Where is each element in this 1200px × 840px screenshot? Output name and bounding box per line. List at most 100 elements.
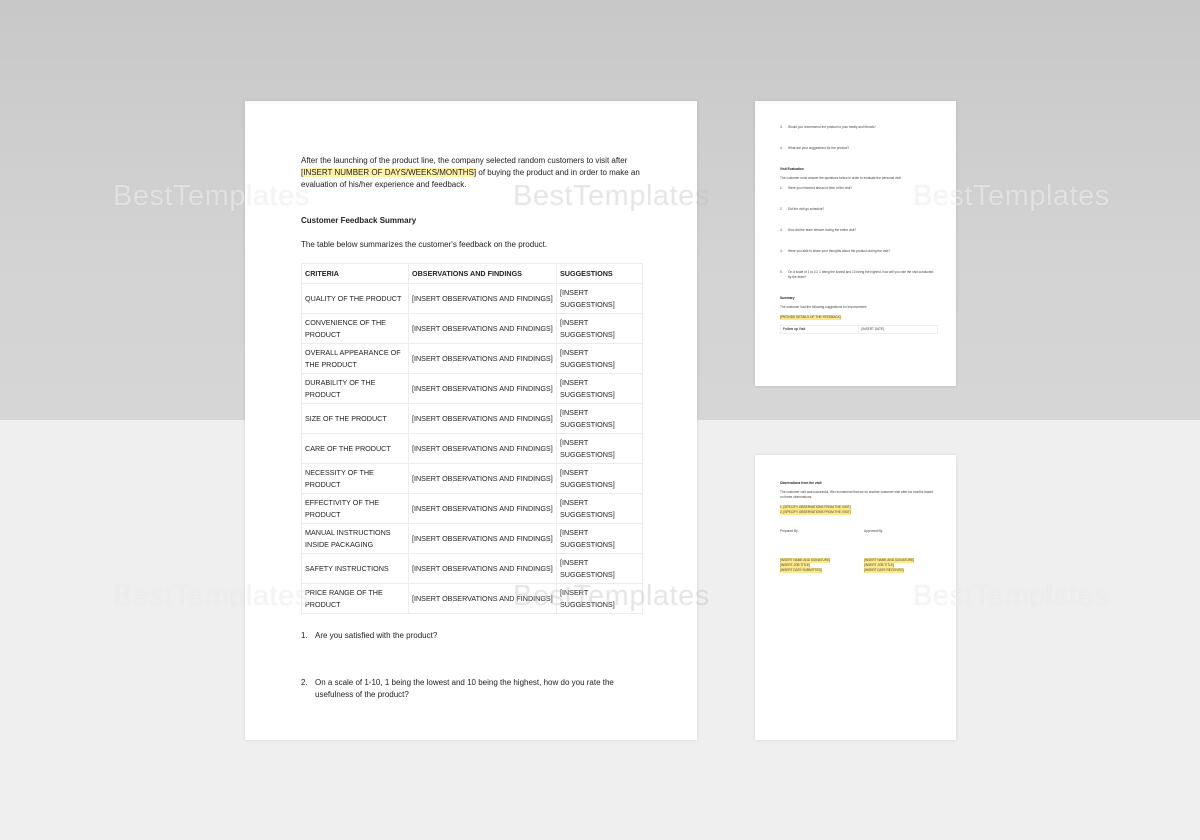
table-row: DURABILITY OF THE PRODUCT [INSERT OBSERVA… [301,373,643,404]
question-text: Were you informed ahead of time of the v… [788,186,853,190]
column-header: OBSERVATIONS AND FINDINGS [408,263,557,284]
column-header: SUGGESTIONS [556,263,643,284]
criteria-cell: CONVENIENCE OF THE PRODUCT [301,313,409,344]
question-text: Did the visit go schedule? [788,207,825,211]
document-page-thumbnail-3: Observations from the visit: The custome… [755,455,956,740]
section-title: Customer Feedback Summary [301,216,417,225]
document-page-main: After the launching of the product line,… [245,101,697,740]
followup-label: Follow up Visit [779,325,860,334]
question-item: 3. How did the team behave during the ent… [780,228,935,233]
question-number: 3. [780,228,783,232]
approved-line: [INSERT DATE RECEIVED] [864,568,904,573]
intro-paragraph: After the launching of the product line,… [301,155,645,191]
question-list: 1. Are you satisfied with the product? 2… [301,630,645,701]
question-number: 5. [780,270,783,274]
suggestions-cell: [INSERT SUGGESTIONS] [556,403,643,434]
observation-item: 2. [SPECIFY OBSERVATIONS FROM THE VISIT] [780,510,851,515]
observations-cell: [INSERT OBSERVATIONS AND FINDINGS] [408,403,557,434]
page-2-content: 3. Would you recommend the product to you… [779,125,938,334]
followup-table: Follow up Visit [INSERT DATE] [779,325,938,334]
question-item: 3. Would you recommend the product to you… [780,125,935,130]
followup-value: [INSERT DATE] [858,325,938,334]
criteria-cell: CARE OF THE PRODUCT [301,433,409,464]
observations-cell: [INSERT OBSERVATIONS AND FINDINGS] [408,583,557,614]
criteria-cell: NECESSITY OF THE PRODUCT [301,463,409,494]
question-number: 4. [780,146,783,150]
criteria-cell: QUALITY OF THE PRODUCT [301,283,409,314]
observations-cell: [INSERT OBSERVATIONS AND FINDINGS] [408,313,557,344]
column-header: CRITERIA [301,263,409,284]
question-number: 1. [301,631,308,640]
observations-description: The customer visit was successful. We re… [780,490,934,499]
table-row: PRICE RANGE OF THE PRODUCT [INSERT OBSERV… [301,583,643,614]
intro-text: After the launching of the product line,… [301,156,628,165]
observations-cell: [INSERT OBSERVATIONS AND FINDINGS] [408,283,557,314]
page-3-content: Observations from the visit: The custome… [780,481,935,573]
table-row: QUALITY OF THE PRODUCT [INSERT OBSERVATIO… [301,283,643,314]
question-text: Would you recommend the product to your … [788,125,876,129]
table-row: NECESSITY OF THE PRODUCT [INSERT OBSERVAT… [301,463,643,494]
question-text: How did the team behave during the entir… [788,228,857,232]
section-description: The table below summarizes the customer'… [301,240,548,249]
criteria-cell: OVERALL APPEARANCE OF THE PRODUCT [301,343,409,374]
question-item: 2. On a scale of 1-10, 1 being the lowes… [301,677,645,701]
criteria-cell: DURABILITY OF THE PRODUCT [301,373,409,404]
suggestions-cell: [INSERT SUGGESTIONS] [556,283,643,314]
feedback-table: CRITERIA OBSERVATIONS AND FINDINGS SUGGE… [301,263,643,614]
question-item: 1. Are you satisfied with the product? [301,630,645,642]
table-row: EFFECTIVITY OF THE PRODUCT [INSERT OBSERV… [301,493,643,524]
observations-cell: [INSERT OBSERVATIONS AND FINDINGS] [408,373,557,404]
criteria-cell: PRICE RANGE OF THE PRODUCT [301,583,409,614]
document-content: After the launching of the product line,… [301,155,645,736]
question-item: 4. What are your suggestions for the prod… [780,146,935,151]
observations-cell: [INSERT OBSERVATIONS AND FINDINGS] [408,493,557,524]
suggestions-cell: [INSERT SUGGESTIONS] [556,553,643,584]
signature-section: Prepared By: [INSERT NAME AND SIGNATURE]… [780,529,926,573]
visit-evaluation-title: Visit Evaluation [780,167,804,171]
question-text: What are your suggestions for the produc… [788,146,850,150]
question-number: 1. [780,186,783,190]
suggestions-cell: [INSERT SUGGESTIONS] [556,373,643,404]
table-row: CARE OF THE PRODUCT [INSERT OBSERVATIONS … [301,433,643,464]
visit-evaluation-description: The customer must answer the questions b… [780,176,902,180]
question-text: On a scale of 1 to 10, 1 being the lowes… [788,270,934,279]
observations-cell: [INSERT OBSERVATIONS AND FINDINGS] [408,523,557,554]
summary-description: The customer had the following suggestio… [780,305,867,309]
summary-title: Summary [780,296,795,300]
observations-cell: [INSERT OBSERVATIONS AND FINDINGS] [408,433,557,464]
table-row: OVERALL APPEARANCE OF THE PRODUCT [INSERT… [301,343,643,374]
question-number: 2. [780,207,783,211]
document-page-thumbnail-2: 3. Would you recommend the product to you… [755,101,956,386]
summary-placeholder: [PROVIDE DETAILS OF THE FEEDBACK] [780,315,841,320]
approved-by-block: Approved By: [INSERT NAME AND SIGNATURE]… [864,529,926,573]
prepared-by-block: Prepared By: [INSERT NAME AND SIGNATURE]… [780,529,842,573]
table-header-row: CRITERIA OBSERVATIONS AND FINDINGS SUGGE… [301,263,643,284]
observations-title: Observations from the visit: [780,481,823,485]
suggestions-cell: [INSERT SUGGESTIONS] [556,343,643,374]
question-item: 2. Did the visit go schedule? [780,207,935,212]
question-item: 4. Were you able to share your thoughts a… [780,249,935,254]
suggestions-cell: [INSERT SUGGESTIONS] [556,313,643,344]
prepared-line: [INSERT DATE SUBMITTED] [780,568,822,573]
table-row: CONVENIENCE OF THE PRODUCT [INSERT OBSERV… [301,313,643,344]
question-number: 4. [780,249,783,253]
suggestions-cell: [INSERT SUGGESTIONS] [556,463,643,494]
suggestions-cell: [INSERT SUGGESTIONS] [556,583,643,614]
question-text: On a scale of 1-10, 1 being the lowest a… [315,678,614,699]
observations-cell: [INSERT OBSERVATIONS AND FINDINGS] [408,343,557,374]
suggestions-cell: [INSERT SUGGESTIONS] [556,523,643,554]
suggestions-cell: [INSERT SUGGESTIONS] [556,433,643,464]
criteria-cell: MANUAL INSTRUCTIONS INSIDE PACKAGING [301,523,409,554]
criteria-cell: SAFETY INSTRUCTIONS [301,553,409,584]
table-row: MANUAL INSTRUCTIONS INSIDE PACKAGING [INS… [301,523,643,554]
question-number: 3. [780,125,783,129]
question-item: 5. On a scale of 1 to 10, 1 being the low… [780,270,935,280]
question-item: 1. Were you informed ahead of time of the… [780,186,935,191]
suggestions-cell: [INSERT SUGGESTIONS] [556,493,643,524]
question-text: Are you satisfied with the product? [315,631,438,640]
criteria-cell: SIZE OF THE PRODUCT [301,403,409,434]
table-row: SIZE OF THE PRODUCT [INSERT OBSERVATIONS … [301,403,643,434]
placeholder-highlight: [INSERT NUMBER OF DAYS/WEEKS/MONTHS] [301,168,477,177]
criteria-cell: EFFECTIVITY OF THE PRODUCT [301,493,409,524]
observations-cell: [INSERT OBSERVATIONS AND FINDINGS] [408,463,557,494]
